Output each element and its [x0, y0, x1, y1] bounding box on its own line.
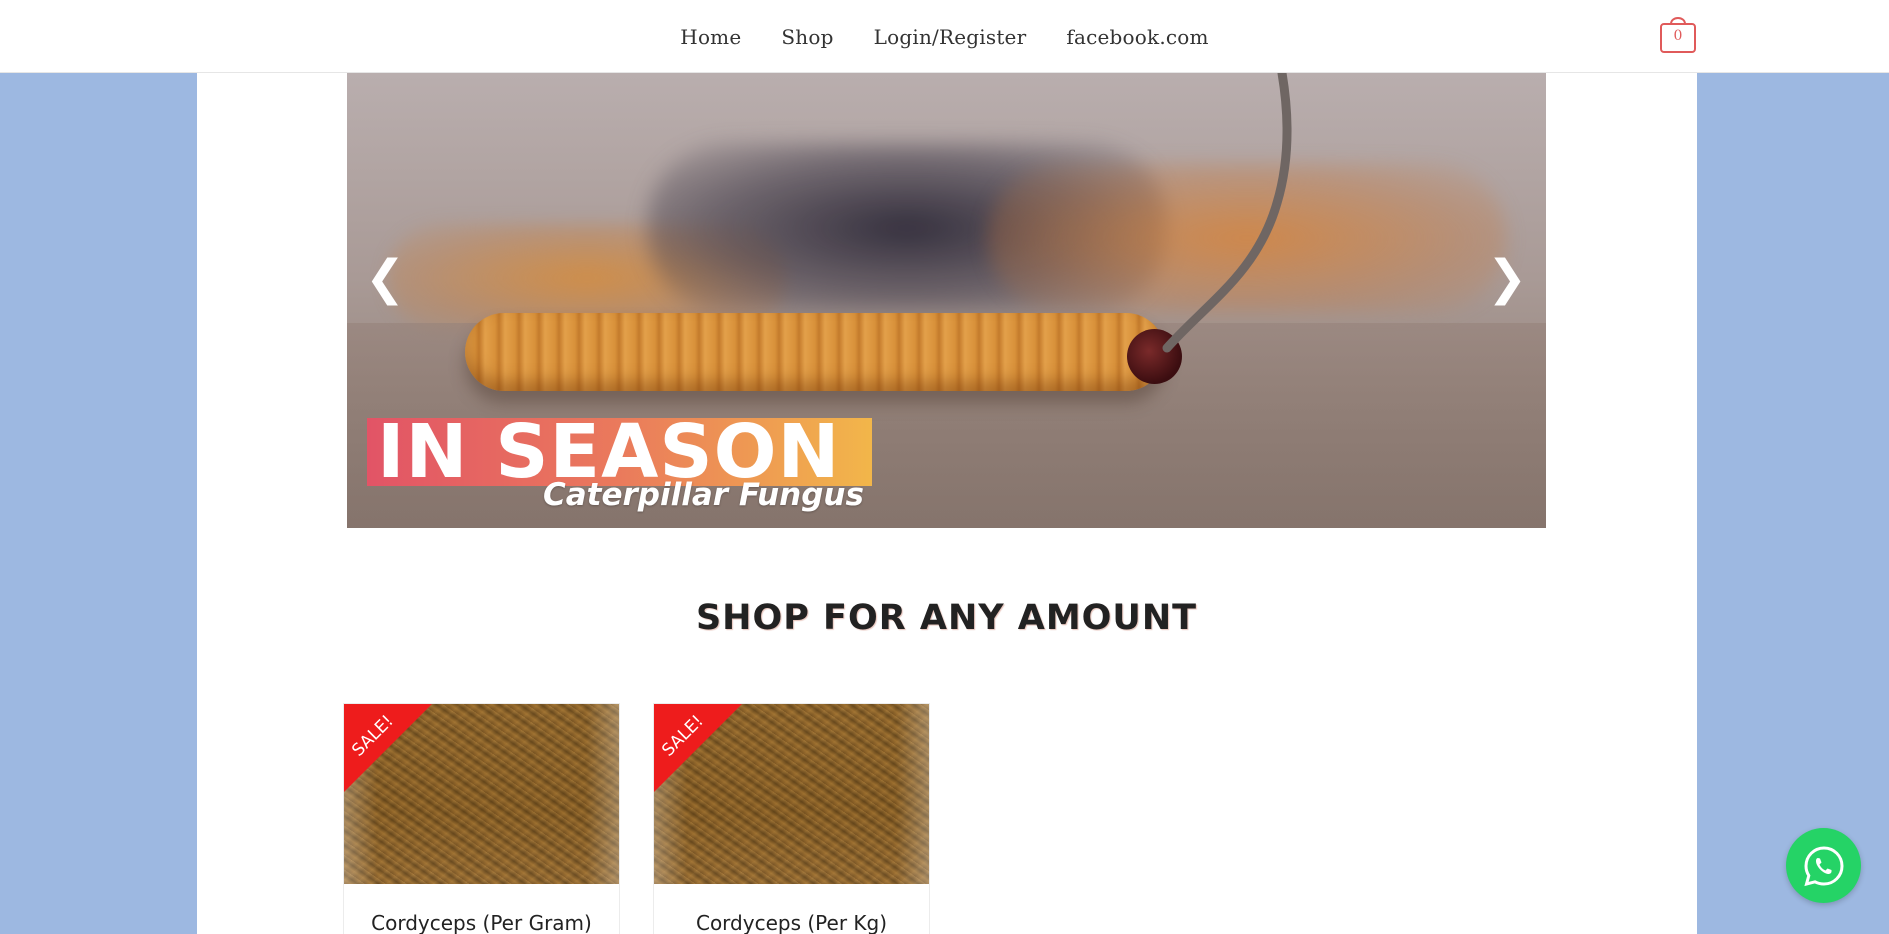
main-nav: Home Shop Login/Register facebook.com [0, 0, 1889, 73]
nav-shop-link[interactable]: Shop [781, 25, 833, 49]
section-title: SHOP FOR ANY AMOUNT [695, 598, 1198, 638]
whatsapp-chat-button[interactable] [1786, 828, 1861, 903]
site-header: Home Shop Login/Register facebook.com 0 [0, 0, 1889, 73]
product-card[interactable]: SALE! Cordyceps (Per Gram) [343, 703, 620, 934]
nav-login-register-link[interactable]: Login/Register [874, 25, 1027, 49]
product-title[interactable]: Cordyceps (Per Gram) [344, 911, 619, 934]
fungus-stalk [1162, 73, 1292, 353]
whatsapp-icon [1803, 845, 1844, 886]
product-card[interactable]: SALE! Cordyceps (Per Kg) [653, 703, 930, 934]
slider-prev-arrow-icon[interactable]: ❮ [365, 248, 405, 308]
season-subline: Caterpillar Fungus [543, 477, 864, 513]
hero-slider: IN SEASON Caterpillar Fungus ❮ ❯ [347, 73, 1546, 528]
slider-next-arrow-icon[interactable]: ❯ [1487, 248, 1527, 308]
cart-button[interactable]: 0 [1658, 12, 1698, 54]
cart-count: 0 [1673, 28, 1683, 44]
caterpillar-fungus-image [465, 313, 1165, 391]
nav-home-link[interactable]: Home [680, 25, 741, 49]
product-title[interactable]: Cordyceps (Per Kg) [654, 911, 929, 934]
nav-facebook-link[interactable]: facebook.com [1066, 25, 1208, 49]
